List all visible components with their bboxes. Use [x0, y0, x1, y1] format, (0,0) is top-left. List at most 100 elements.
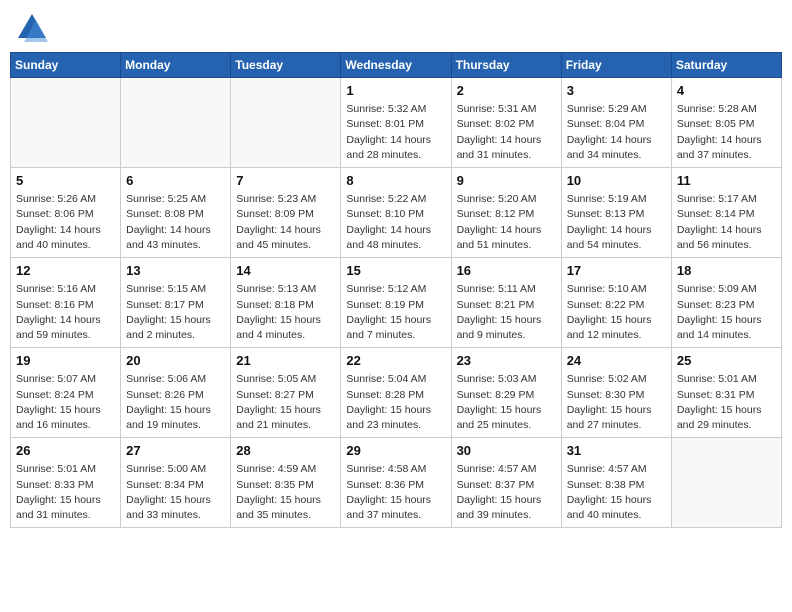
calendar-week-row: 5 Sunrise: 5:26 AM Sunset: 8:06 PM Daylig…	[11, 168, 782, 258]
day-number: 26	[16, 442, 115, 460]
calendar-day-cell: 13 Sunrise: 5:15 AM Sunset: 8:17 PM Dayli…	[121, 258, 231, 348]
calendar-day-cell: 22 Sunrise: 5:04 AM Sunset: 8:28 PM Dayli…	[341, 348, 451, 438]
day-number: 23	[457, 352, 556, 370]
day-info: Sunrise: 5:15 AM Sunset: 8:17 PM Dayligh…	[126, 282, 225, 343]
day-number: 15	[346, 262, 445, 280]
calendar-day-cell: 26 Sunrise: 5:01 AM Sunset: 8:33 PM Dayli…	[11, 438, 121, 528]
day-info: Sunrise: 5:22 AM Sunset: 8:10 PM Dayligh…	[346, 192, 445, 253]
calendar-day-cell: 15 Sunrise: 5:12 AM Sunset: 8:19 PM Dayli…	[341, 258, 451, 348]
calendar-week-row: 19 Sunrise: 5:07 AM Sunset: 8:24 PM Dayli…	[11, 348, 782, 438]
calendar-week-row: 1 Sunrise: 5:32 AM Sunset: 8:01 PM Daylig…	[11, 78, 782, 168]
day-info: Sunrise: 5:04 AM Sunset: 8:28 PM Dayligh…	[346, 372, 445, 433]
day-number: 28	[236, 442, 335, 460]
calendar-table: SundayMondayTuesdayWednesdayThursdayFrid…	[10, 52, 782, 528]
calendar-week-row: 26 Sunrise: 5:01 AM Sunset: 8:33 PM Dayli…	[11, 438, 782, 528]
day-of-week-header: Monday	[121, 53, 231, 78]
calendar-day-cell: 5 Sunrise: 5:26 AM Sunset: 8:06 PM Daylig…	[11, 168, 121, 258]
day-number: 25	[677, 352, 776, 370]
day-of-week-header: Tuesday	[231, 53, 341, 78]
day-number: 13	[126, 262, 225, 280]
calendar-day-cell: 27 Sunrise: 5:00 AM Sunset: 8:34 PM Dayli…	[121, 438, 231, 528]
calendar-day-cell: 17Sunrise: 5:10 AM Sunset: 8:22 PM Dayli…	[561, 258, 671, 348]
calendar-empty-cell	[231, 78, 341, 168]
day-number: 27	[126, 442, 225, 460]
calendar-day-cell: 1 Sunrise: 5:32 AM Sunset: 8:01 PM Daylig…	[341, 78, 451, 168]
day-number: 22	[346, 352, 445, 370]
calendar-day-cell: 2Sunrise: 5:31 AM Sunset: 8:02 PM Daylig…	[451, 78, 561, 168]
calendar-day-cell: 14 Sunrise: 5:13 AM Sunset: 8:18 PM Dayli…	[231, 258, 341, 348]
day-number: 11	[677, 172, 776, 190]
calendar-day-cell: 18 Sunrise: 5:09 AM Sunset: 8:23 PM Dayli…	[671, 258, 781, 348]
day-number: 31	[567, 442, 666, 460]
calendar-day-cell: 6 Sunrise: 5:25 AM Sunset: 8:08 PM Daylig…	[121, 168, 231, 258]
calendar-day-cell: 30 Sunrise: 4:57 AM Sunset: 8:37 PM Dayli…	[451, 438, 561, 528]
logo	[14, 10, 54, 46]
day-info: Sunrise: 5:10 AM Sunset: 8:22 PM Dayligh…	[567, 282, 666, 343]
day-of-week-header: Saturday	[671, 53, 781, 78]
calendar-day-cell: 20Sunrise: 5:06 AM Sunset: 8:26 PM Dayli…	[121, 348, 231, 438]
day-of-week-header: Wednesday	[341, 53, 451, 78]
day-number: 8	[346, 172, 445, 190]
day-info: Sunrise: 5:09 AM Sunset: 8:23 PM Dayligh…	[677, 282, 776, 343]
day-info: Sunrise: 5:28 AM Sunset: 8:05 PM Dayligh…	[677, 102, 776, 163]
day-info: Sunrise: 5:26 AM Sunset: 8:06 PM Dayligh…	[16, 192, 115, 253]
day-info: Sunrise: 5:00 AM Sunset: 8:34 PM Dayligh…	[126, 462, 225, 523]
day-info: Sunrise: 5:32 AM Sunset: 8:01 PM Dayligh…	[346, 102, 445, 163]
calendar-day-cell: 10 Sunrise: 5:19 AM Sunset: 8:13 PM Dayli…	[561, 168, 671, 258]
day-of-week-header: Sunday	[11, 53, 121, 78]
day-number: 10	[567, 172, 666, 190]
day-number: 24	[567, 352, 666, 370]
calendar-day-cell: 24 Sunrise: 5:02 AM Sunset: 8:30 PM Dayli…	[561, 348, 671, 438]
day-number: 4	[677, 82, 776, 100]
calendar-day-cell: 9 Sunrise: 5:20 AM Sunset: 8:12 PM Daylig…	[451, 168, 561, 258]
day-info: Sunrise: 5:19 AM Sunset: 8:13 PM Dayligh…	[567, 192, 666, 253]
calendar-day-cell: 31 Sunrise: 4:57 AM Sunset: 8:38 PM Dayli…	[561, 438, 671, 528]
day-info: Sunrise: 4:59 AM Sunset: 8:35 PM Dayligh…	[236, 462, 335, 523]
day-info: Sunrise: 4:57 AM Sunset: 8:37 PM Dayligh…	[457, 462, 556, 523]
day-info: Sunrise: 5:25 AM Sunset: 8:08 PM Dayligh…	[126, 192, 225, 253]
day-info: Sunrise: 5:23 AM Sunset: 8:09 PM Dayligh…	[236, 192, 335, 253]
calendar-header-row: SundayMondayTuesdayWednesdayThursdayFrid…	[11, 53, 782, 78]
calendar-empty-cell	[11, 78, 121, 168]
day-info: Sunrise: 5:20 AM Sunset: 8:12 PM Dayligh…	[457, 192, 556, 253]
day-info: Sunrise: 5:29 AM Sunset: 8:04 PM Dayligh…	[567, 102, 666, 163]
calendar-day-cell: 28 Sunrise: 4:59 AM Sunset: 8:35 PM Dayli…	[231, 438, 341, 528]
day-info: Sunrise: 4:58 AM Sunset: 8:36 PM Dayligh…	[346, 462, 445, 523]
calendar-day-cell: 29 Sunrise: 4:58 AM Sunset: 8:36 PM Dayli…	[341, 438, 451, 528]
day-number: 30	[457, 442, 556, 460]
day-number: 16	[457, 262, 556, 280]
day-info: Sunrise: 5:01 AM Sunset: 8:33 PM Dayligh…	[16, 462, 115, 523]
day-number: 9	[457, 172, 556, 190]
day-info: Sunrise: 5:03 AM Sunset: 8:29 PM Dayligh…	[457, 372, 556, 433]
day-number: 5	[16, 172, 115, 190]
day-number: 21	[236, 352, 335, 370]
day-info: Sunrise: 5:12 AM Sunset: 8:19 PM Dayligh…	[346, 282, 445, 343]
day-info: Sunrise: 5:17 AM Sunset: 8:14 PM Dayligh…	[677, 192, 776, 253]
day-info: Sunrise: 5:07 AM Sunset: 8:24 PM Dayligh…	[16, 372, 115, 433]
day-of-week-header: Thursday	[451, 53, 561, 78]
day-info: Sunrise: 5:16 AM Sunset: 8:16 PM Dayligh…	[16, 282, 115, 343]
day-number: 12	[16, 262, 115, 280]
calendar-day-cell: 4 Sunrise: 5:28 AM Sunset: 8:05 PM Daylig…	[671, 78, 781, 168]
calendar-day-cell: 23 Sunrise: 5:03 AM Sunset: 8:29 PM Dayli…	[451, 348, 561, 438]
day-number: 29	[346, 442, 445, 460]
calendar-day-cell: 12 Sunrise: 5:16 AM Sunset: 8:16 PM Dayli…	[11, 258, 121, 348]
calendar-day-cell: 8 Sunrise: 5:22 AM Sunset: 8:10 PM Daylig…	[341, 168, 451, 258]
day-number: 14	[236, 262, 335, 280]
day-info: Sunrise: 5:13 AM Sunset: 8:18 PM Dayligh…	[236, 282, 335, 343]
calendar-week-row: 12 Sunrise: 5:16 AM Sunset: 8:16 PM Dayli…	[11, 258, 782, 348]
day-number: 6	[126, 172, 225, 190]
day-of-week-header: Friday	[561, 53, 671, 78]
calendar-empty-cell	[671, 438, 781, 528]
day-number: 18	[677, 262, 776, 280]
day-number: 7	[236, 172, 335, 190]
day-info: Sunrise: 5:02 AM Sunset: 8:30 PM Dayligh…	[567, 372, 666, 433]
day-number: 19	[16, 352, 115, 370]
page-header	[10, 10, 782, 46]
day-number: 1	[346, 82, 445, 100]
calendar-day-cell: 11 Sunrise: 5:17 AM Sunset: 8:14 PM Dayli…	[671, 168, 781, 258]
calendar-empty-cell	[121, 78, 231, 168]
day-info: Sunrise: 4:57 AM Sunset: 8:38 PM Dayligh…	[567, 462, 666, 523]
day-number: 2	[457, 82, 556, 100]
day-info: Sunrise: 5:06 AM Sunset: 8:26 PM Dayligh…	[126, 372, 225, 433]
